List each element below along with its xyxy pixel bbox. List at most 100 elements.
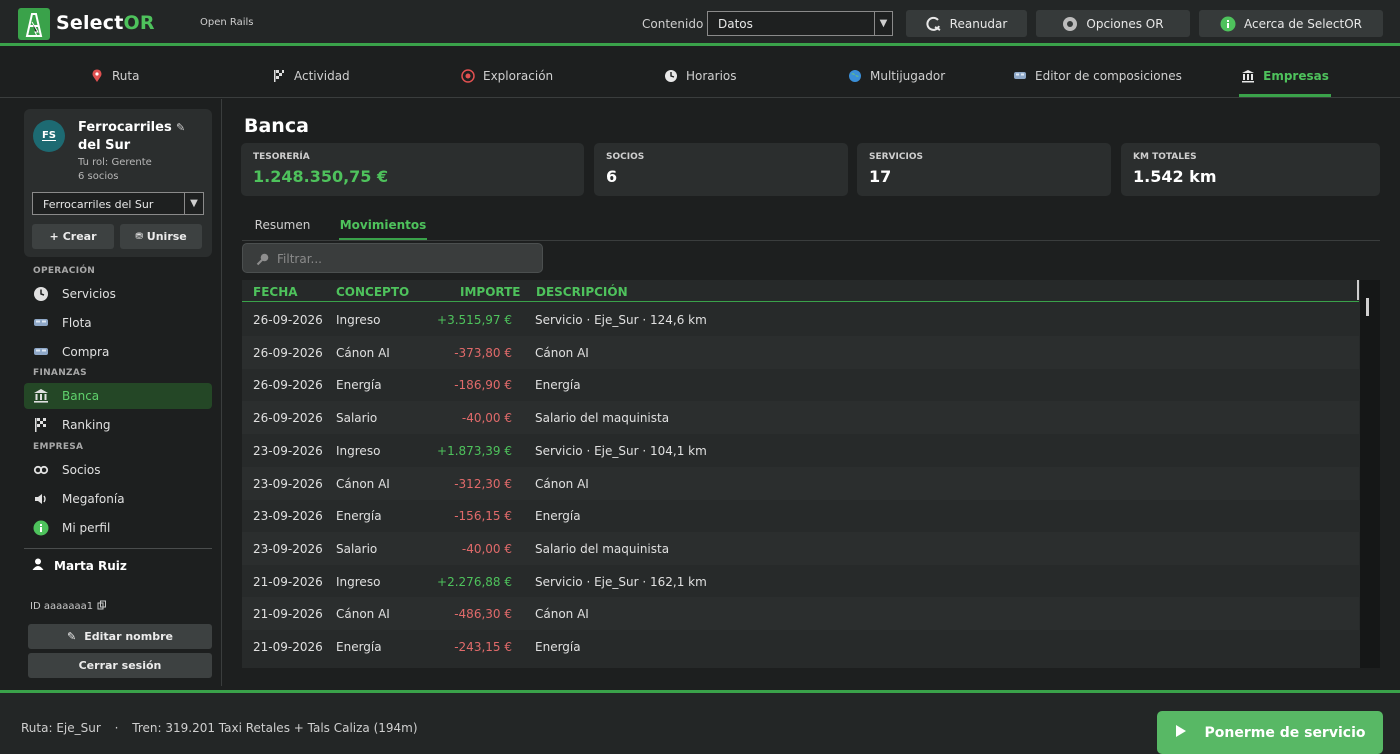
edit-pencil-icon[interactable]: ✎: [176, 121, 190, 135]
cell-descripcion: Servicio · Eje_Sur · 124,6 km: [535, 313, 707, 327]
sidebar-item-ranking[interactable]: Ranking: [24, 412, 212, 438]
table-row[interactable]: 21-09-2026 Cánon AI -486,30 € Cánon AI: [242, 597, 1359, 631]
stat-servicios: SERVICIOS 17: [857, 143, 1111, 196]
company-role: Tu rol: Gerente: [78, 157, 152, 168]
tab-actividad[interactable]: Actividad: [272, 55, 350, 97]
resume-button[interactable]: Reanudar: [906, 10, 1027, 37]
flag-icon: [272, 69, 286, 83]
stat-label: SOCIOS: [606, 152, 645, 162]
tab-resumen[interactable]: Resumen: [242, 210, 323, 240]
sidebar-item-mi-perfil[interactable]: Mi perfil: [24, 515, 212, 541]
search-icon: [256, 252, 270, 266]
status-separator: ·: [114, 721, 119, 735]
cell-importe: +1.873,39 €: [437, 443, 512, 458]
copy-icon[interactable]: [97, 600, 107, 613]
status-text: Ruta: Eje_Sur · Tren: 319.201 Taxi Retal…: [21, 721, 418, 735]
table-row[interactable]: 21-09-2026 Ingreso +2.276,88 € Servicio · E…: [242, 565, 1359, 598]
tab-movimientos[interactable]: Movimientos: [339, 210, 427, 240]
company-members: 6 socios: [78, 171, 119, 182]
sidebar-item-socios[interactable]: Socios: [24, 457, 212, 483]
about-button[interactable]: Acerca de SelectOR: [1199, 10, 1383, 37]
globe-icon: [848, 69, 862, 83]
cell-descripcion: Cánon AI: [535, 476, 589, 491]
compass-icon: [461, 69, 475, 83]
sidebar-item-compra[interactable]: Compra: [24, 339, 212, 365]
sidebar-item-servicios[interactable]: Servicios: [24, 281, 212, 307]
movements-table: FECHA CONCEPTO IMPORTE DESCRIPCIÓN 26-09…: [242, 280, 1361, 668]
content-select[interactable]: Datos ▼: [707, 11, 893, 36]
stat-value: 6: [606, 167, 618, 186]
cell-concepto: Salario: [336, 541, 378, 556]
table-row[interactable]: 23-09-2026 Salario -40,00 € Salario del maq…: [242, 531, 1359, 565]
table-row[interactable]: 23-09-2026 Energía -156,15 € Energía: [242, 499, 1359, 532]
sidebar-item-megafonia[interactable]: Megafonía: [24, 486, 212, 512]
tab-multijugador[interactable]: Multijugador: [848, 55, 945, 97]
column-header-descripcion[interactable]: DESCRIPCIÓN: [536, 285, 628, 299]
cell-descripcion: Energía: [535, 640, 581, 654]
sidebar-item-flota[interactable]: Flota: [24, 310, 212, 336]
main-tabs: Ruta Actividad Exploración Horarios Mult…: [0, 55, 1400, 98]
filter-field[interactable]: [242, 243, 543, 273]
cell-concepto: Ingreso: [336, 313, 381, 327]
user-name: Marta Ruiz: [54, 558, 127, 573]
cell-importe: -156,15 €: [454, 509, 512, 524]
sidebar-item-banca[interactable]: Banca: [24, 383, 212, 409]
table-row[interactable]: 26-09-2026 Salario -40,00 € Salario del maq…: [242, 401, 1359, 435]
options-button[interactable]: Opciones OR: [1036, 10, 1190, 37]
cell-fecha: 23-09-2026: [253, 443, 323, 458]
status-train: Tren: 319.201 Taxi Retales + Tals Caliza…: [132, 721, 418, 735]
cell-concepto: Energía: [336, 509, 382, 524]
stat-label: TESORERÍA: [253, 152, 310, 162]
status-route: Ruta: Eje_Sur: [21, 721, 101, 735]
company-select-value: Ferrocarriles del Sur: [43, 198, 154, 211]
company-select[interactable]: Ferrocarriles del Sur ▼: [32, 192, 204, 215]
create-company-button[interactable]: + Crear: [32, 224, 114, 249]
cell-importe: -486,30 €: [454, 607, 512, 622]
table-row[interactable]: 23-09-2026 Ingreso +1.873,39 € Servicio · E…: [242, 434, 1359, 467]
stat-value: 1.542 km: [1133, 167, 1217, 186]
tab-horarios[interactable]: Horarios: [664, 55, 737, 97]
join-company-button[interactable]: ⛃ Unirse: [120, 224, 202, 249]
stat-tesoreria: TESORERÍA 1.248.350,75 €: [241, 143, 584, 196]
cell-descripcion: Servicio · Eje_Sur · 162,1 km: [535, 574, 707, 589]
clock-icon: [664, 69, 678, 83]
table-row[interactable]: 26-09-2026 Energía -186,90 € Energía: [242, 368, 1359, 401]
go-on-duty-button[interactable]: Ponerme de servicio: [1157, 711, 1383, 754]
section-empresa: EMPRESA: [33, 442, 84, 452]
user-id-label: ID aaaaaaa1: [30, 601, 94, 612]
options-button-label: Opciones OR: [1086, 16, 1164, 31]
column-header-importe[interactable]: IMPORTE: [460, 285, 521, 299]
cell-descripcion: Cánon AI: [535, 345, 589, 360]
cell-importe: -40,00 €: [461, 411, 512, 426]
user-info: Marta Ruiz: [32, 558, 127, 573]
cell-fecha: 23-09-2026: [253, 541, 323, 556]
cell-descripcion: Energía: [535, 378, 581, 393]
cell-importe: +3.515,97 €: [437, 313, 512, 327]
tab-ruta[interactable]: Ruta: [90, 55, 139, 97]
stat-socios: SOCIOS 6: [594, 143, 848, 196]
table-scrollbar[interactable]: [1357, 280, 1380, 668]
filter-input[interactable]: [277, 249, 527, 268]
column-header-concepto[interactable]: CONCEPTO: [336, 285, 409, 299]
stat-label: SERVICIOS: [869, 152, 923, 162]
app-title: SelectOR: [56, 12, 155, 34]
tab-exploracion[interactable]: Exploración: [461, 55, 553, 97]
logout-button[interactable]: Cerrar sesión: [28, 653, 212, 678]
play-icon: [1175, 724, 1187, 742]
cell-concepto: Cánon AI: [336, 476, 390, 491]
chevron-down-icon[interactable]: ▼: [874, 12, 892, 35]
cell-descripcion: Servicio · Eje_Sur · 104,1 km: [535, 443, 707, 458]
tab-editor-composiciones[interactable]: Editor de composiciones: [1013, 55, 1182, 97]
sidebar: FS Ferrocarriles del Sur ✎ Tu rol: Geren…: [14, 99, 222, 686]
tab-empresas[interactable]: Empresas: [1239, 55, 1331, 97]
chevron-down-icon[interactable]: ▼: [184, 193, 203, 214]
edit-name-button[interactable]: ✎ Editar nombre: [28, 624, 212, 649]
table-row[interactable]: 26-09-2026 Cánon AI -373,80 € Cánon AI: [242, 335, 1359, 369]
scrollbar-thumb[interactable]: [1366, 298, 1369, 316]
table-row[interactable]: 23-09-2026 Cánon AI -312,30 € Cánon AI: [242, 466, 1359, 500]
table-row[interactable]: 21-09-2026 Energía -243,15 € Energía: [242, 630, 1359, 663]
table-row[interactable]: 26-09-2026 Ingreso +3.515,97 € Servicio · E…: [242, 303, 1359, 336]
bank-icon: [32, 387, 50, 405]
bank-icon: [1241, 69, 1255, 83]
column-header-fecha[interactable]: FECHA: [253, 285, 298, 299]
